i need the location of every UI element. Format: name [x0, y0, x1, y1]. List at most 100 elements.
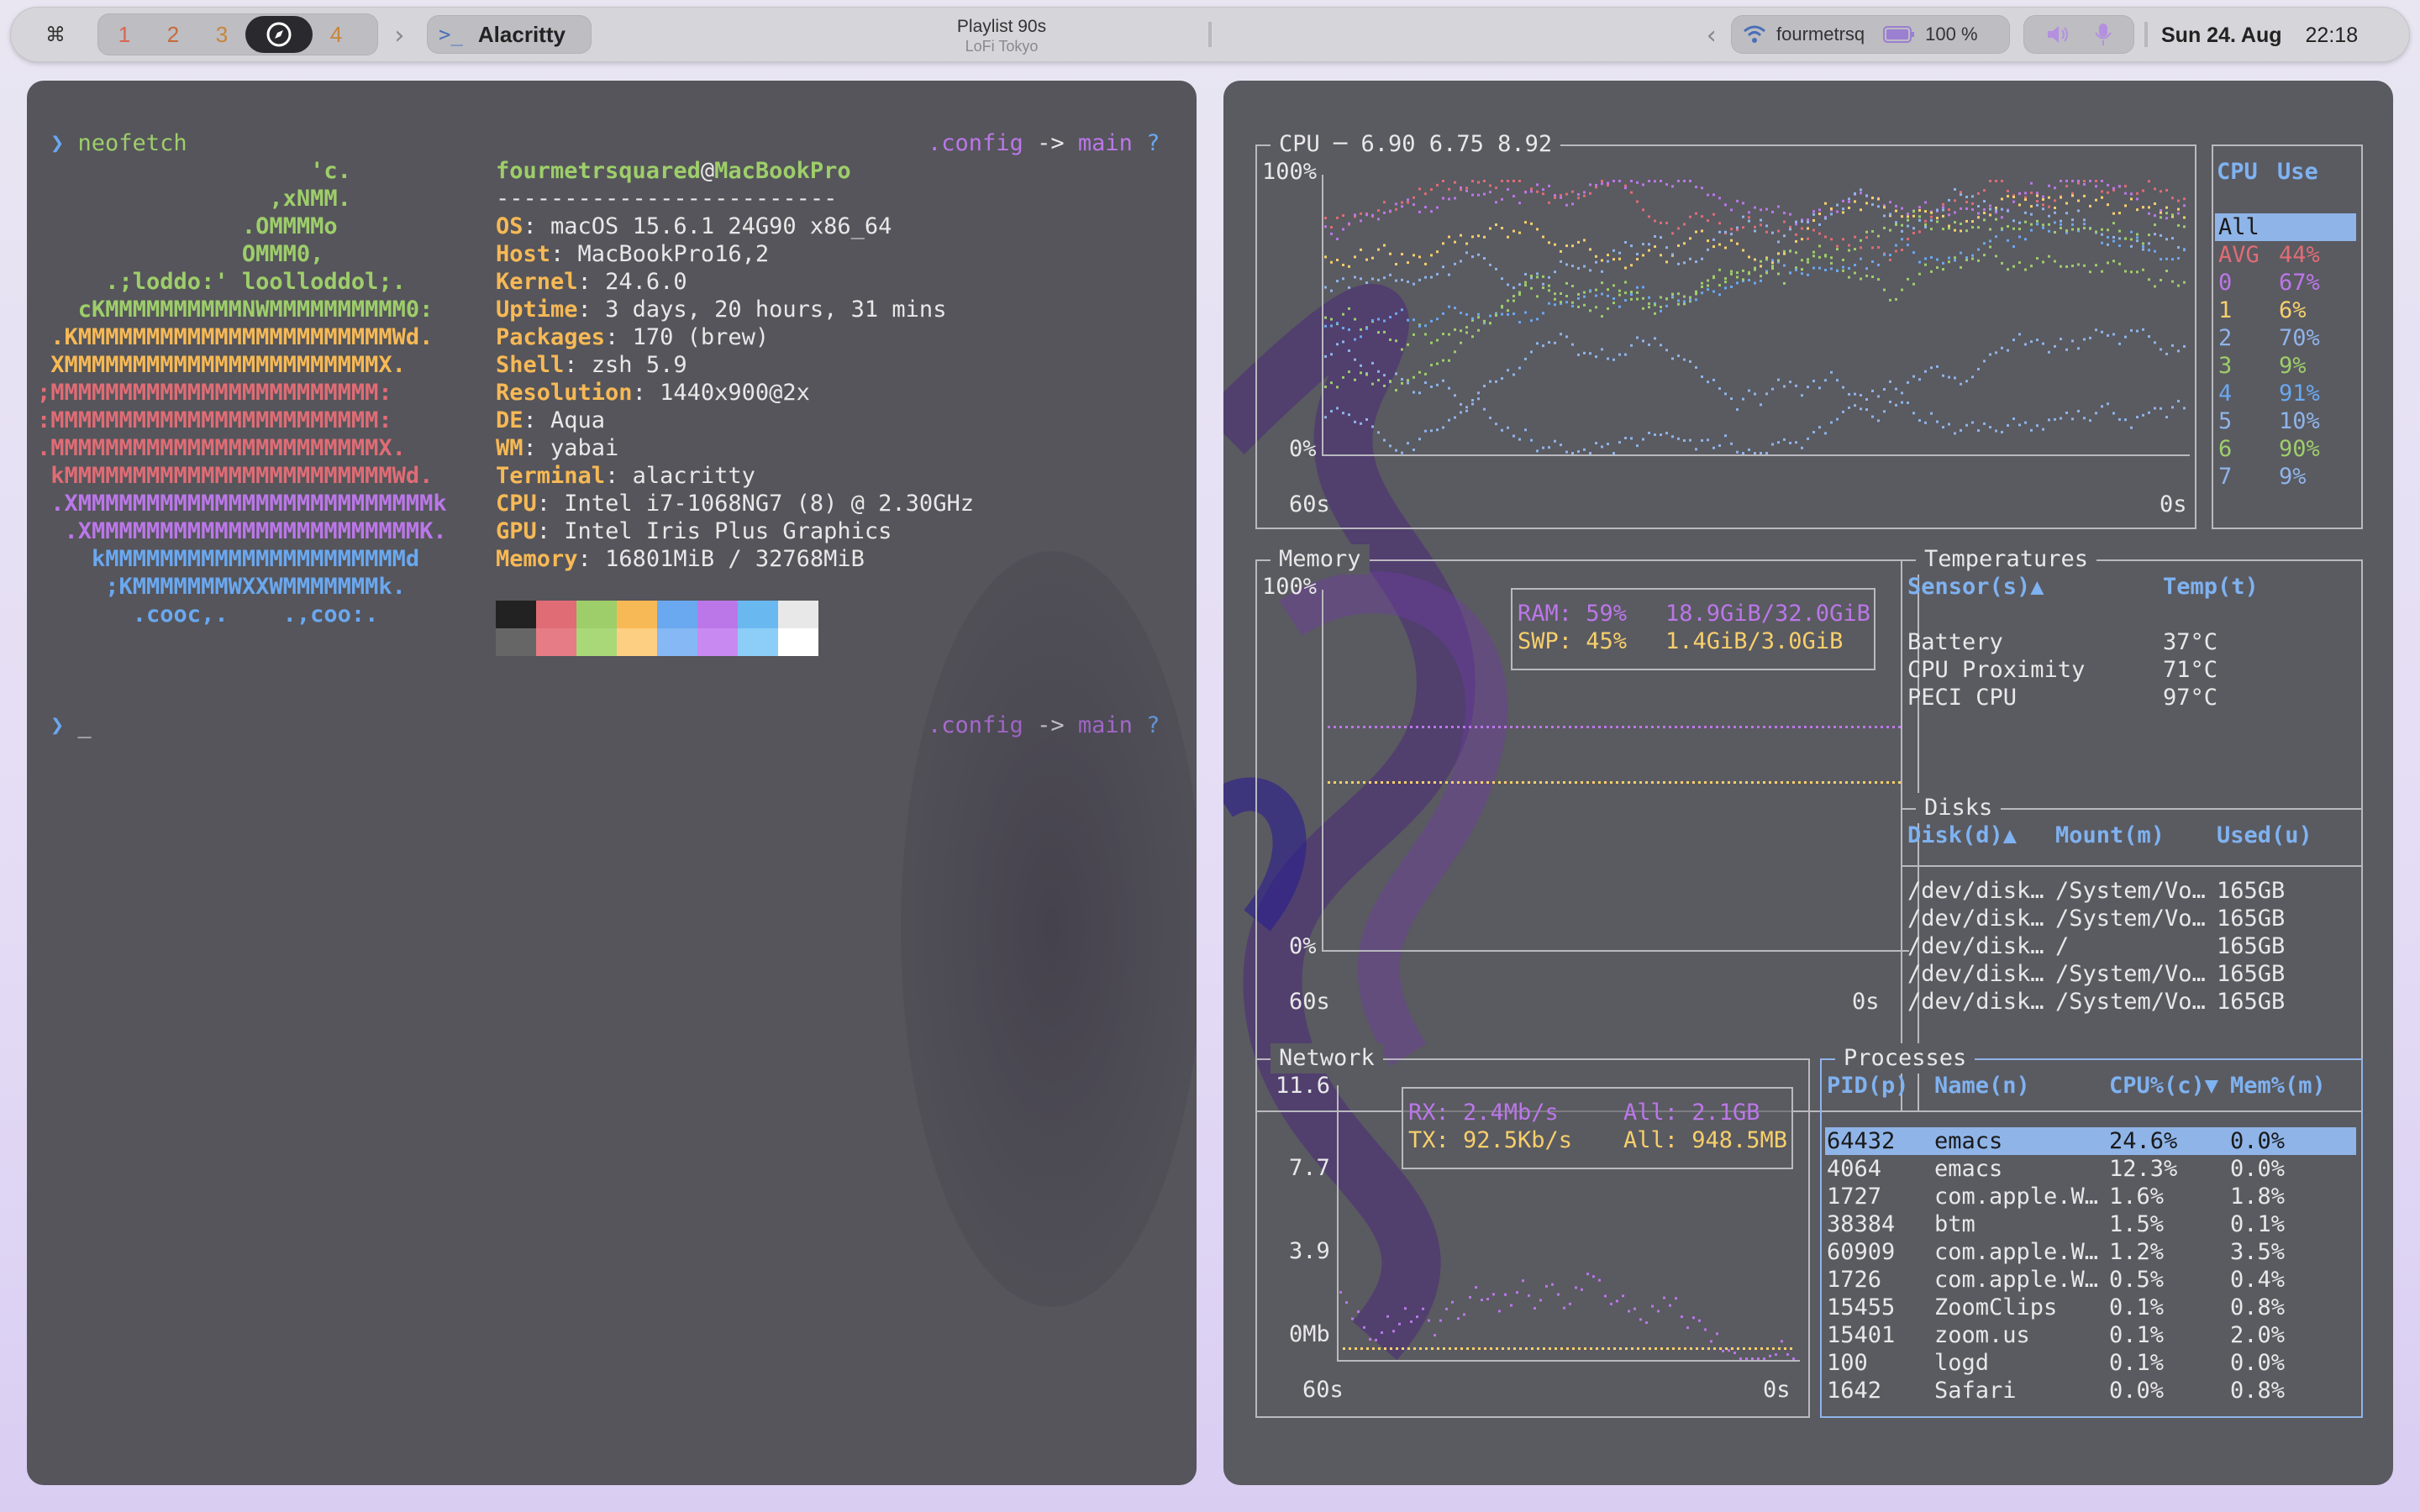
info-colon: : [605, 463, 633, 489]
cpu-series-dot [1471, 193, 1474, 197]
cpu-series-dot [1548, 184, 1550, 187]
chevron-left-icon[interactable]: ‹ [1699, 18, 1724, 52]
temps-sensor-header[interactable]: Sensor(s)▲ [1907, 573, 2044, 601]
process-row[interactable]: 1727 com.apple.W… 1.6% 1.8% [1825, 1183, 2356, 1210]
palette-swatch [496, 628, 536, 656]
cpu-series-dot [1989, 426, 1991, 429]
info-key: Resolution [496, 380, 633, 406]
cpu-legend-row[interactable]: AVG 44% [2215, 241, 2356, 269]
cpu-series-dot [1483, 407, 1486, 411]
cpu-series-dot [1477, 234, 1480, 238]
cpu-series-dot [1677, 354, 1680, 358]
cpu-legend-row[interactable]: 1 6% [2215, 297, 2356, 324]
process-row[interactable]: 4064 emacs 12.3% 0.0% [1825, 1155, 2356, 1183]
process-row[interactable]: 1642 Safari 0.0% 0.8% [1825, 1377, 2356, 1404]
cpu-series-dot [1701, 285, 1703, 288]
ascii-line: ;MMMMMMMMMMMMMMMMMMMMMMMM: [37, 380, 392, 406]
clock[interactable]: Sun 24. Aug 22:18 [2161, 18, 2396, 52]
processes-pid-header[interactable]: PID(p) [1827, 1072, 1909, 1100]
process-row[interactable]: 64432 emacs 24.6% 0.0% [1825, 1127, 2356, 1155]
cpu-series-dot [2030, 192, 2033, 195]
cpu-series-dot [1618, 180, 1621, 182]
workspace-3[interactable]: 3 [203, 16, 240, 53]
workspace-active[interactable] [245, 16, 313, 53]
cpu-series-dot [1701, 257, 1703, 260]
cpu-legend-row[interactable]: All [2215, 213, 2356, 241]
memory-series-dot [1710, 726, 1712, 728]
cpu-series-dot [1654, 219, 1656, 223]
cpu-series-dot [1518, 293, 1521, 297]
cpu-series-dot [1589, 192, 1591, 195]
cpu-series-dot [1336, 237, 1339, 240]
workspace-2[interactable]: 2 [155, 16, 192, 53]
cpu-series-dot [1413, 203, 1415, 207]
memory-series-dot [1628, 781, 1630, 784]
network-series-dot [1739, 1357, 1742, 1360]
workspace-1[interactable]: 1 [106, 16, 143, 53]
processes-name-header[interactable]: Name(n) [1934, 1072, 2030, 1100]
prompt-line-2[interactable]: ❯ _ [50, 711, 92, 739]
microphone-icon[interactable] [2094, 22, 2112, 47]
cpu-series-dot [1971, 195, 1974, 198]
cpu-series-dot [1712, 378, 1715, 381]
process-row[interactable]: 1726 com.apple.W… 0.5% 0.4% [1825, 1266, 2356, 1294]
cpu-legend-row[interactable]: 3 9% [2215, 352, 2356, 380]
cpu-series-dot [1965, 259, 1968, 262]
now-playing[interactable]: Playlist 90s LoFi Tokyo [850, 15, 1153, 57]
cpu-series-dot [1760, 275, 1762, 278]
memory-series-dot [1657, 726, 1660, 728]
cpu-series-dot [1912, 412, 1915, 415]
cpu-series-dot [2048, 255, 2050, 258]
processes-mem-header[interactable]: Mem%(m) [2230, 1072, 2326, 1100]
cpu-legend-row[interactable]: 2 70% [2215, 324, 2356, 352]
memory-series-dot [1569, 781, 1571, 784]
cpu-series-dot [2112, 412, 2115, 415]
cpu-series-dot [1977, 428, 1980, 432]
active-app[interactable]: >_ Alacritty [427, 15, 592, 54]
command-icon[interactable]: ⌘ [39, 18, 72, 52]
cpu-series-dot [2118, 342, 2121, 345]
cpu-series-dot [1430, 254, 1433, 257]
cpu-series-dot [1730, 239, 1733, 242]
cpu-series-dot [2042, 342, 2044, 345]
disks-used-header[interactable]: Used(u) [2217, 822, 2312, 849]
disks-mount-header[interactable]: Mount(m) [2055, 822, 2165, 849]
cpu-legend-row[interactable]: 4 91% [2215, 380, 2356, 407]
process-row[interactable]: 15455 ZoomClips 0.1% 0.8% [1825, 1294, 2356, 1321]
memory-series-dot [1810, 781, 1812, 784]
cpu-series-dot [1824, 268, 1827, 271]
cpu-series-dot [1436, 428, 1439, 432]
process-row[interactable]: 38384 btm 1.5% 0.1% [1825, 1210, 2356, 1238]
cpu-series-dot [1642, 286, 1644, 289]
volume-muted-icon[interactable] [2045, 24, 2070, 45]
cpu-series-dot [1865, 236, 1868, 239]
cpu-legend-row[interactable]: 5 10% [2215, 407, 2356, 435]
disks-disk-header[interactable]: Disk(d)▲ [1907, 822, 2017, 849]
process-row[interactable]: 100 logd 0.1% 0.0% [1825, 1349, 2356, 1377]
workspace-4[interactable]: 4 [318, 16, 355, 53]
cpu-series-dot [1936, 258, 1939, 261]
cpu-series-dot [1671, 253, 1674, 256]
cpu-series-dot [1842, 386, 1844, 389]
cpu-series-dot [1418, 324, 1421, 328]
cpu-legend-row[interactable]: 7 9% [2215, 463, 2356, 491]
cpu-series-dot [2060, 226, 2062, 229]
temps-temp-header[interactable]: Temp(t) [2163, 573, 2259, 601]
memory-series-dot [1663, 726, 1665, 728]
memory-series-dot [1510, 726, 1512, 728]
cpu-legend-row[interactable]: 0 67% [2215, 269, 2356, 297]
processes-cpu-header[interactable]: CPU%(c)▼ [2109, 1072, 2218, 1100]
audio-chip[interactable] [2023, 15, 2134, 54]
process-row[interactable]: 60909 com.apple.W… 1.2% 3.5% [1825, 1238, 2356, 1266]
cpu-legend-row[interactable]: 6 90% [2215, 435, 2356, 463]
cpu-series-dot [1718, 284, 1721, 287]
terminal-window[interactable]: ❯ neofetch .config -> main ? 'c. ,xNMM. … [27, 81, 1197, 1485]
cpu-series-dot [1924, 263, 1927, 266]
status-chip[interactable]: fourmetrsq 100 % [1731, 15, 2010, 54]
memory-series-dot [1428, 781, 1430, 784]
palette-swatch [576, 601, 617, 628]
disk-used: 165GB [2217, 878, 2286, 904]
btm-window[interactable]: CPU ─ 6.90 6.75 8.92 100% 0% 60s 0s CPU … [1223, 81, 2393, 1485]
network-series-dot [1596, 1347, 1598, 1350]
process-row[interactable]: 15401 zoom.us 0.1% 2.0% [1825, 1321, 2356, 1349]
